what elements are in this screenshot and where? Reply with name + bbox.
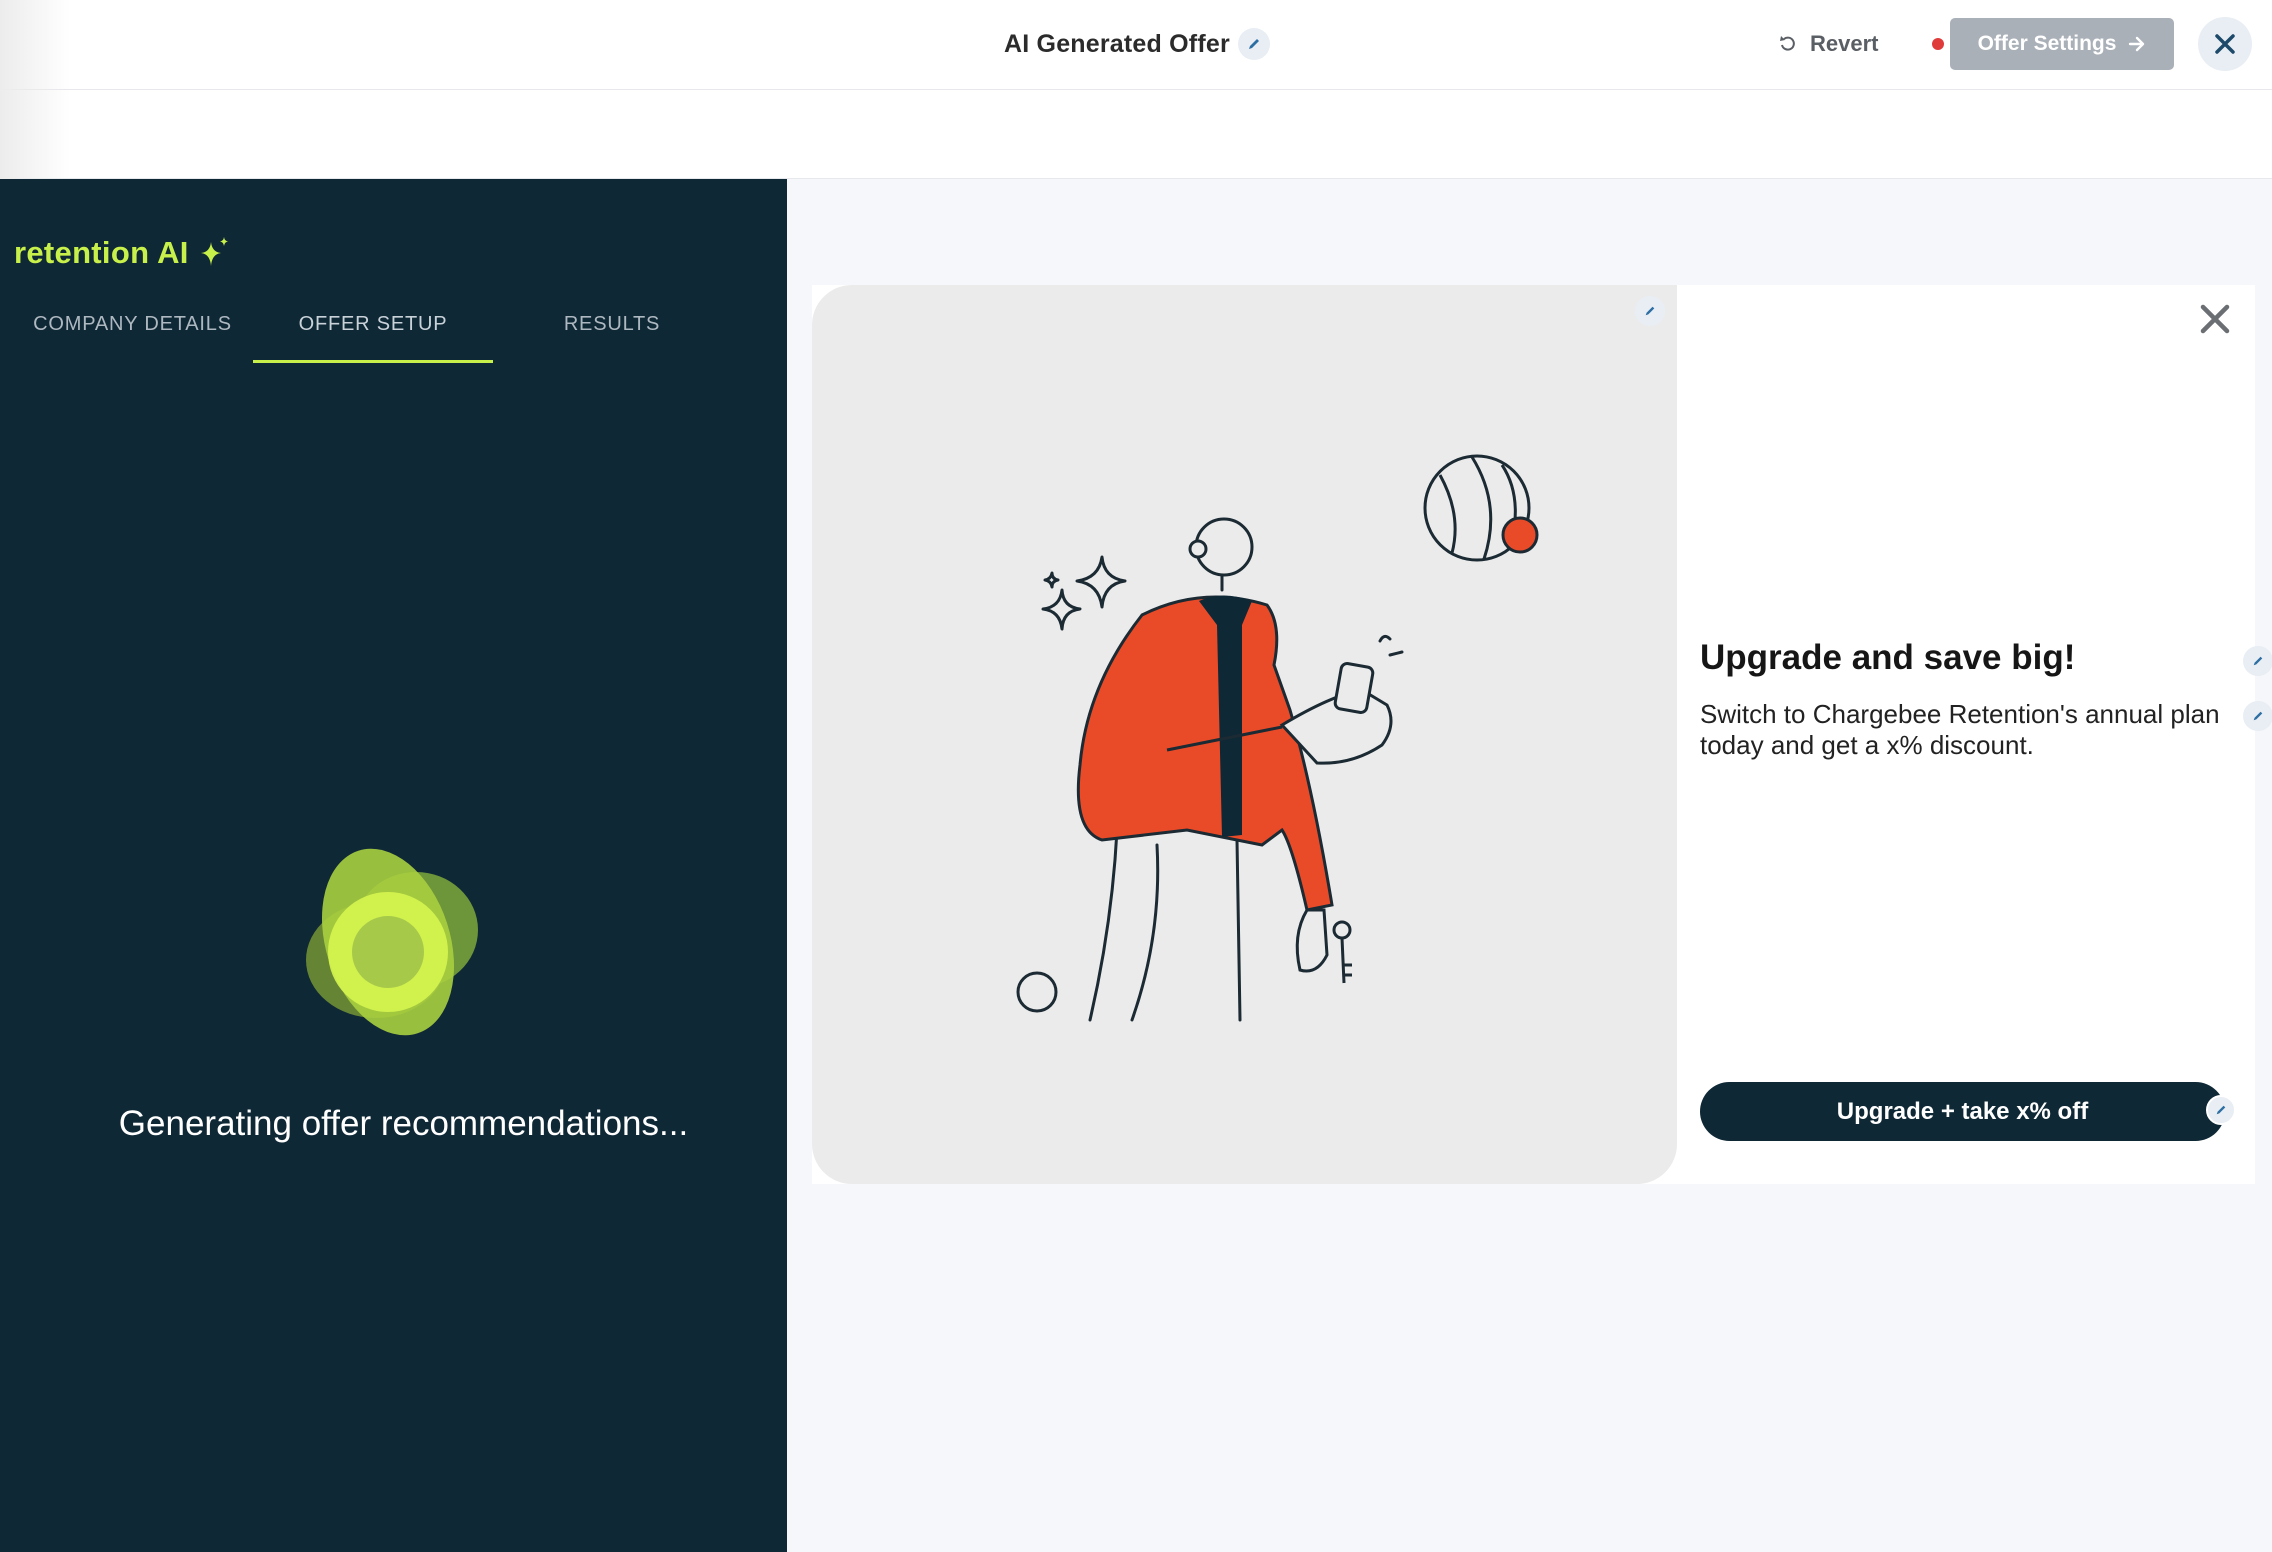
close-icon bbox=[2200, 304, 2230, 334]
cta-label: Upgrade + take x% off bbox=[1836, 1097, 2089, 1125]
loader-blob-icon bbox=[306, 848, 478, 1036]
edit-headline-button[interactable] bbox=[2243, 646, 2272, 676]
edge-shadow bbox=[0, 0, 70, 180]
edit-title-button[interactable] bbox=[1237, 28, 1270, 60]
brand-name: retention AI bbox=[14, 235, 189, 270]
offer-settings-label: Offer Settings bbox=[1977, 32, 2117, 55]
upgrade-cta-button[interactable]: Upgrade + take x% off bbox=[1700, 1082, 2225, 1141]
page-title: AI Generated Offer bbox=[1004, 29, 1230, 58]
sub-toolbar bbox=[0, 91, 2272, 179]
tab-results[interactable]: RESULTS bbox=[512, 301, 712, 363]
sparkle-icon bbox=[200, 237, 228, 266]
brand-logo: retention AI bbox=[14, 235, 231, 271]
tab-company-details[interactable]: COMPANY DETAILS bbox=[20, 301, 245, 363]
tab-offer-setup[interactable]: OFFER SETUP bbox=[253, 301, 493, 363]
revert-label: Revert bbox=[1810, 31, 1879, 56]
person-with-phone-illustration bbox=[1016, 454, 1539, 1022]
edit-icon bbox=[2253, 711, 2263, 721]
offer-illustration[interactable] bbox=[812, 285, 1677, 1184]
title-group: AI Generated Offer bbox=[1004, 26, 1270, 62]
top-bar: AI Generated Offer Revert Offer Settings bbox=[0, 0, 2272, 90]
offer-card: Upgrade and save big! Switch to Chargebe… bbox=[812, 285, 2272, 1184]
generating-status: Generating offer recommendations... bbox=[118, 1104, 689, 1143]
offer-settings-button[interactable]: Offer Settings bbox=[1950, 18, 2174, 70]
tab-label: RESULTS bbox=[563, 313, 661, 335]
edit-icon bbox=[2216, 1105, 2226, 1115]
edit-image-button[interactable] bbox=[1635, 296, 1665, 326]
tab-label: OFFER SETUP bbox=[298, 313, 448, 335]
edit-icon bbox=[1248, 39, 1259, 49]
tab-label: COMPANY DETAILS bbox=[33, 313, 232, 335]
arrow-right-icon bbox=[2129, 36, 2145, 52]
revert-icon bbox=[1780, 36, 1795, 51]
revert-button[interactable]: Revert bbox=[1778, 26, 1878, 62]
offer-close-button[interactable] bbox=[2195, 299, 2235, 339]
edit-icon bbox=[2253, 656, 2263, 666]
edit-icon bbox=[1645, 306, 1655, 316]
offer-headline: Upgrade and save big! bbox=[1700, 638, 2076, 677]
edit-cta-button[interactable] bbox=[2206, 1095, 2236, 1125]
offer-preview-area: Upgrade and save big! Switch to Chargebe… bbox=[787, 179, 2272, 1552]
edit-description-button[interactable] bbox=[2243, 701, 2272, 731]
close-button[interactable] bbox=[2198, 17, 2252, 71]
tab-bar: COMPANY DETAILS OFFER SETUP RESULTS bbox=[0, 301, 787, 363]
unsaved-indicator bbox=[1932, 38, 1944, 50]
retention-ai-panel: retention AI COMPANY DETAILS OFFER SETUP… bbox=[0, 179, 787, 1552]
offer-description: Switch to Chargebee Retention's annual p… bbox=[1700, 699, 2220, 760]
close-icon bbox=[2215, 34, 2235, 54]
